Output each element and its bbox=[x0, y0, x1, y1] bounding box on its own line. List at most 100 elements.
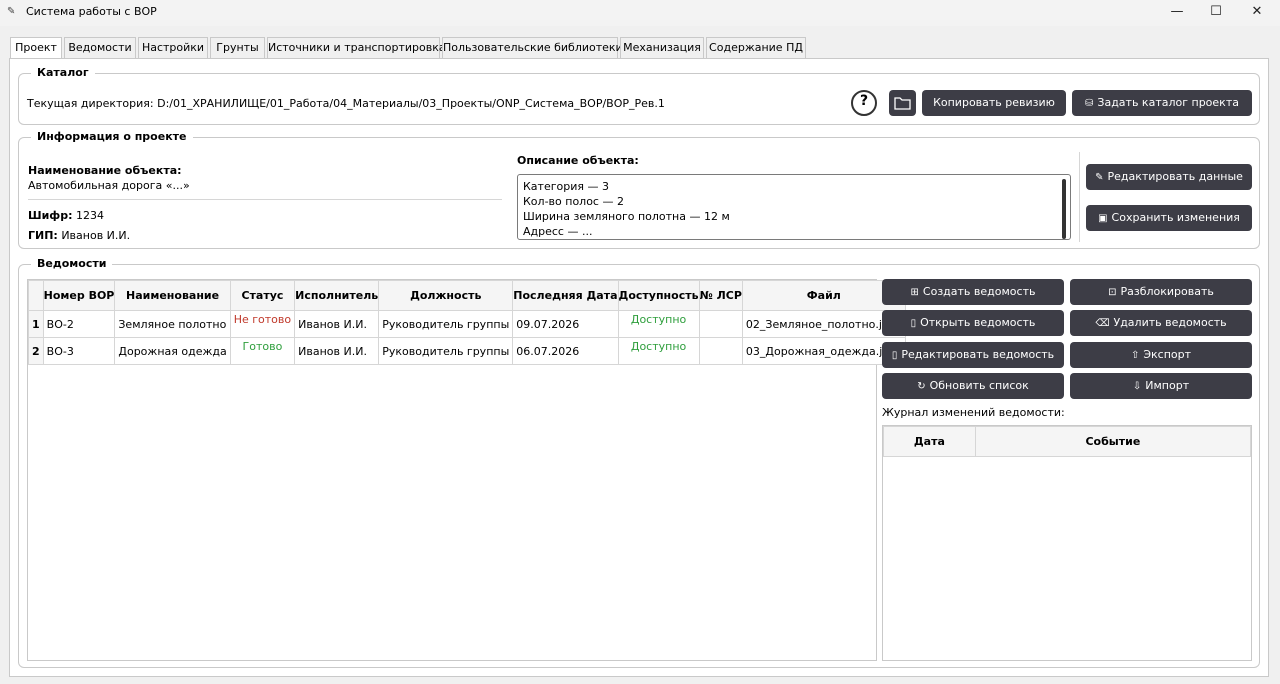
project-info-group: Информация о проекте Наименование объект… bbox=[18, 130, 1260, 249]
refresh-icon: ↻ bbox=[917, 381, 926, 392]
unlock-icon: ⊡ bbox=[1108, 287, 1117, 298]
object-name-label: Наименование объекта: bbox=[28, 164, 182, 177]
tab-mechanization[interactable]: Механизация bbox=[620, 37, 704, 59]
table-cell[interactable]: ВО-3 bbox=[42, 337, 116, 365]
copy-revision-button[interactable]: Копировать ревизию bbox=[922, 90, 1066, 116]
create-statement-button[interactable]: ⊞ Создать ведомость bbox=[882, 279, 1064, 305]
status-cell[interactable]: Готово bbox=[229, 337, 296, 365]
statements-group: Ведомости Номер ВОР Наименование Статус … bbox=[18, 257, 1260, 668]
column-header[interactable]: Исполнитель bbox=[294, 280, 380, 311]
divider bbox=[28, 199, 502, 200]
description-label: Описание объекта: bbox=[517, 154, 639, 167]
row-number[interactable]: 1 bbox=[28, 310, 44, 338]
row-number[interactable]: 2 bbox=[28, 337, 44, 365]
current-dir-label: Текущая директория: D:/01_ХРАНИЛИЩЕ/01_Р… bbox=[27, 97, 665, 110]
tab-settings[interactable]: Настройки bbox=[138, 37, 208, 59]
change-log-table: Дата Событие bbox=[883, 426, 1252, 457]
file-plus-icon: ⊞ bbox=[910, 287, 919, 298]
column-header[interactable]: Событие bbox=[974, 426, 1252, 457]
column-header[interactable]: Должность bbox=[378, 280, 514, 311]
table-cell[interactable]: ВО-2 bbox=[42, 310, 116, 338]
question-mark-icon: ? bbox=[859, 93, 869, 109]
column-header[interactable]: Статус bbox=[229, 280, 296, 311]
edit-data-button[interactable]: ✎ Редактировать данные bbox=[1086, 164, 1252, 190]
tab-soils[interactable]: Грунты bbox=[210, 37, 265, 59]
delete-statement-button[interactable]: ⌫ Удалить ведомость bbox=[1070, 310, 1252, 336]
header-corner bbox=[28, 280, 44, 311]
column-header[interactable]: Наименование bbox=[114, 280, 231, 311]
table-header: Номер ВОР Наименование Статус Исполнител… bbox=[28, 280, 906, 311]
app-icon: ✎ bbox=[7, 6, 16, 17]
table-cell[interactable]: Дорожная одежда bbox=[114, 337, 231, 365]
column-header[interactable]: Дата bbox=[883, 426, 976, 457]
tab-sources-transport[interactable]: Источники и транспортировка bbox=[267, 37, 446, 59]
statements-table-container: Номер ВОР Наименование Статус Исполнител… bbox=[27, 279, 906, 661]
pencil-icon: ✎ bbox=[1095, 172, 1104, 183]
gip-value: Иванов И.И. bbox=[61, 229, 131, 242]
column-header[interactable]: Доступность bbox=[617, 280, 700, 311]
table-cell[interactable]: 03_Дорожная_одежда.json bbox=[741, 337, 906, 365]
save-icon: ▣ bbox=[1098, 213, 1108, 224]
table-row[interactable]: 1 ВО-2 Земляное полотно Не готово Иванов… bbox=[28, 310, 906, 338]
help-button[interactable]: ? bbox=[851, 90, 877, 116]
column-header[interactable]: Последняя Дата bbox=[512, 280, 619, 311]
edit-statement-button[interactable]: ▯ Редактировать ведомость bbox=[882, 342, 1064, 368]
file-icon: ▯ bbox=[910, 318, 917, 329]
set-catalog-button[interactable]: ⛁ Задать каталог проекта bbox=[1072, 90, 1252, 116]
table-cell[interactable]: 02_Земляное_полотно.json bbox=[741, 310, 906, 338]
divider bbox=[1079, 152, 1080, 242]
project-tab-panel: Каталог Текущая директория: D:/01_ХРАНИЛ… bbox=[9, 58, 1269, 677]
download-icon: ⇩ bbox=[1132, 381, 1142, 392]
scrollbar[interactable] bbox=[1062, 179, 1066, 239]
folder-icon bbox=[894, 97, 911, 110]
availability-cell[interactable]: Доступно bbox=[617, 310, 700, 338]
description-textarea[interactable]: Категория — 3 Кол-во полос — 2 Ширина зе… bbox=[517, 174, 1071, 240]
table-cell[interactable] bbox=[698, 310, 743, 338]
table-cell[interactable]: Земляное полотно bbox=[114, 310, 231, 338]
column-header[interactable]: Файл bbox=[741, 280, 906, 311]
trash-icon: ⌫ bbox=[1095, 318, 1110, 329]
status-cell[interactable]: Не готово bbox=[229, 310, 296, 338]
close-button[interactable]: ✕ bbox=[1238, 0, 1276, 26]
catalog-group: Каталог Текущая директория: D:/01_ХРАНИЛ… bbox=[18, 66, 1260, 125]
tab-pd-content[interactable]: Содержание ПД bbox=[706, 37, 806, 59]
window-title: Система работы с ВОР bbox=[26, 5, 157, 18]
table-cell[interactable] bbox=[698, 337, 743, 365]
table-cell[interactable]: Иванов И.И. bbox=[294, 310, 380, 338]
table-cell[interactable]: 06.07.2026 bbox=[512, 337, 619, 365]
export-button[interactable]: ⇧ Экспорт bbox=[1070, 342, 1252, 368]
maximize-button[interactable]: ☐ bbox=[1197, 0, 1235, 26]
tab-statements[interactable]: Ведомости bbox=[64, 37, 136, 59]
upload-icon: ⇧ bbox=[1130, 350, 1140, 361]
change-log-table-container: Дата Событие bbox=[882, 425, 1252, 661]
title-bar: ✎ Система работы с ВОР — ☐ ✕ bbox=[0, 0, 1280, 26]
description-line: Кол-во полос — 2 bbox=[523, 195, 624, 208]
table-row[interactable]: 2 ВО-3 Дорожная одежда Готово Иванов И.И… bbox=[28, 337, 906, 365]
description-line: Адресс — ... bbox=[523, 225, 593, 238]
table-cell[interactable]: Руководитель группы bbox=[378, 310, 514, 338]
statements-table: Номер ВОР Наименование Статус Исполнител… bbox=[28, 280, 906, 365]
column-header[interactable]: Номер ВОР bbox=[42, 280, 116, 311]
open-folder-button[interactable] bbox=[889, 90, 916, 116]
description-line: Категория — 3 bbox=[523, 180, 609, 193]
availability-cell[interactable]: Доступно bbox=[617, 337, 700, 365]
tab-user-libraries[interactable]: Пользовательские библиотеки bbox=[442, 37, 623, 59]
project-info-legend: Информация о проекте bbox=[31, 130, 193, 143]
file-edit-icon: ▯ bbox=[891, 350, 898, 361]
import-button[interactable]: ⇩ Импорт bbox=[1070, 373, 1252, 399]
cipher-value: 1234 bbox=[75, 209, 104, 222]
cipher-row: Шифр: 1234 bbox=[28, 209, 104, 222]
unlock-button[interactable]: ⊡ Разблокировать bbox=[1070, 279, 1252, 305]
save-changes-button[interactable]: ▣ Сохранить изменения bbox=[1086, 205, 1252, 231]
object-name-value: Автомобильная дорога «...» bbox=[28, 179, 190, 192]
current-dir-value: D:/01_ХРАНИЛИЩЕ/01_Работа/04_Материалы/0… bbox=[157, 97, 665, 110]
refresh-list-button[interactable]: ↻ Обновить список bbox=[882, 373, 1064, 399]
table-cell[interactable]: 09.07.2026 bbox=[512, 310, 619, 338]
table-cell[interactable]: Руководитель группы bbox=[378, 337, 514, 365]
minimize-button[interactable]: — bbox=[1158, 0, 1196, 26]
table-cell[interactable]: Иванов И.И. bbox=[294, 337, 380, 365]
open-statement-button[interactable]: ▯ Открыть ведомость bbox=[882, 310, 1064, 336]
gip-row: ГИП: Иванов И.И. bbox=[28, 229, 131, 242]
column-header[interactable]: № ЛСР bbox=[698, 280, 743, 311]
tab-project[interactable]: Проект bbox=[10, 37, 62, 60]
